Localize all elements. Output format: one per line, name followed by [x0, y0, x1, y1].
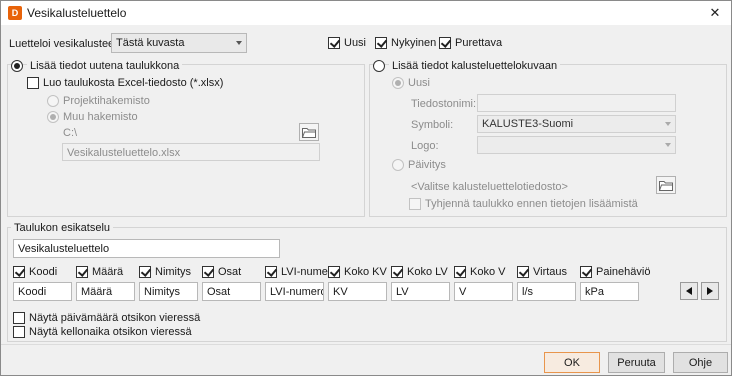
filter-uusi-label: Uusi	[344, 37, 367, 49]
footer-divider	[1, 344, 731, 345]
excel-checkbox[interactable]	[27, 77, 39, 89]
browse-drawing-button[interactable]	[656, 176, 676, 194]
column-field-koodi[interactable]: Koodi	[13, 282, 72, 301]
project-dir-radio[interactable]	[47, 95, 59, 107]
chevron-down-icon	[665, 143, 671, 147]
show-time-label: Näytä kellonaika otsikon vieressä	[29, 326, 192, 338]
column-field-koko-kv[interactable]: KV	[328, 282, 387, 301]
filter-purettava-label: Purettava	[455, 37, 503, 49]
column-label-koko-v: Koko V	[470, 266, 506, 278]
column-checkbox-koko-v[interactable]	[454, 266, 466, 278]
folder-icon	[302, 127, 316, 138]
column-label-koodi: Koodi	[29, 266, 58, 278]
drawing-new-radio[interactable]	[392, 77, 404, 89]
column-field-virtaus[interactable]: l/s	[517, 282, 576, 301]
column-checkbox-nimitys[interactable]	[139, 266, 151, 278]
arrow-left-icon	[686, 287, 692, 295]
filename-label: Tiedostonimi:	[411, 98, 477, 110]
filter-purettava-checkbox[interactable]	[439, 37, 451, 49]
new-table-label: Lisää tiedot uutena taulukkona	[27, 60, 183, 72]
chevron-down-icon	[236, 41, 242, 45]
add-drawing-label: Lisää tiedot kalusteluettelokuvaan	[389, 60, 561, 72]
column-label-maara: Määrä	[92, 266, 124, 278]
list-source-dropdown[interactable]: Tästä kuvasta	[111, 33, 247, 53]
column-field-koko-v[interactable]: V	[454, 282, 513, 301]
add-drawing-radio[interactable]	[373, 60, 385, 72]
column-label-nimitys: Nimitys	[155, 266, 192, 278]
column-label-painehavio: Painehäviö	[596, 266, 651, 278]
clear-table-label: Tyhjennä taulukko ennen tietojen lisäämi…	[425, 198, 638, 210]
select-file-text: <Valitse kalusteluettelotiedosto>	[411, 181, 568, 193]
path-text: C:\	[63, 127, 78, 139]
logo-dropdown[interactable]	[477, 136, 676, 154]
folder-icon	[659, 180, 673, 191]
column-checkbox-maara[interactable]	[76, 266, 88, 278]
drawing-update-radio[interactable]	[392, 159, 404, 171]
column-field-maara[interactable]: Määrä	[76, 282, 135, 301]
column-checkbox-koodi[interactable]	[13, 266, 25, 278]
window-title: Vesikalusteluettelo	[27, 6, 127, 20]
cancel-button[interactable]: Peruuta	[608, 352, 665, 373]
column-checkbox-koko-lv[interactable]	[391, 266, 403, 278]
column-checkbox-koko-kv[interactable]	[328, 266, 340, 278]
ok-button[interactable]: OK	[544, 352, 600, 373]
column-label-virtaus: Virtaus	[533, 266, 568, 278]
excel-filename-field[interactable]: Vesikalusteluettelo.xlsx	[62, 143, 320, 161]
logo-label: Logo:	[411, 140, 439, 152]
filter-nykyinen-checkbox[interactable]	[375, 37, 387, 49]
column-checkbox-osat[interactable]	[202, 266, 214, 278]
symbol-label: Symboli:	[411, 119, 454, 131]
clear-table-checkbox[interactable]	[409, 198, 421, 210]
column-checkbox-painehavio[interactable]	[580, 266, 592, 278]
column-field-painehavio[interactable]: kPa	[580, 282, 639, 301]
column-label-koko-kv: Koko KV	[344, 266, 387, 278]
drawing-new-label: Uusi	[408, 77, 431, 89]
project-dir-label: Projektihakemisto	[63, 95, 150, 107]
drawing-filename-field[interactable]	[477, 94, 676, 112]
column-checkbox-virtaus[interactable]	[517, 266, 529, 278]
other-dir-radio[interactable]	[47, 111, 59, 123]
column-label-koko-lv: Koko LV	[407, 266, 448, 278]
list-fixtures-label: Luetteloi vesikalusteet	[9, 38, 118, 50]
column-field-osat[interactable]: Osat	[202, 282, 261, 301]
new-table-radio[interactable]	[11, 60, 23, 72]
chevron-down-icon	[665, 122, 671, 126]
preview-title: Taulukon esikatselu	[11, 222, 114, 234]
browse-folder-button[interactable]	[299, 123, 319, 141]
close-icon[interactable]: ✕	[699, 1, 731, 25]
symbol-value: KALUSTE3-Suomi	[482, 118, 574, 130]
scroll-right-button[interactable]	[701, 282, 719, 300]
filter-nykyinen-label: Nykyinen	[391, 37, 437, 49]
column-checkbox-lvi-numero[interactable]	[265, 266, 277, 278]
show-time-checkbox[interactable]	[13, 326, 25, 338]
symbol-dropdown[interactable]: KALUSTE3-Suomi	[477, 115, 676, 133]
column-label-osat: Osat	[218, 266, 242, 278]
list-source-value: Tästä kuvasta	[116, 37, 185, 49]
scroll-left-button[interactable]	[680, 282, 698, 300]
column-field-koko-lv[interactable]: LV	[391, 282, 450, 301]
drawing-update-label: Päivitys	[408, 159, 446, 171]
column-field-lvi-numero[interactable]: LVI-numero	[265, 282, 324, 301]
filter-uusi-checkbox[interactable]	[328, 37, 340, 49]
title-bar: D Vesikalusteluettelo ✕	[1, 1, 731, 25]
excel-label: Luo taulukosta Excel-tiedosto (*.xlsx)	[43, 77, 224, 89]
column-field-nimitys[interactable]: Nimitys	[139, 282, 198, 301]
app-icon: D	[8, 6, 22, 20]
other-dir-label: Muu hakemisto	[63, 111, 138, 123]
arrow-right-icon	[707, 287, 713, 295]
table-title-field[interactable]: Vesikalusteluettelo	[13, 239, 280, 258]
dialog-window: D Vesikalusteluettelo ✕ Luetteloi vesika…	[0, 0, 732, 376]
show-date-checkbox[interactable]	[13, 312, 25, 324]
show-date-label: Näytä päivämäärä otsikon vieressä	[29, 312, 201, 324]
help-button[interactable]: Ohje	[673, 352, 728, 373]
